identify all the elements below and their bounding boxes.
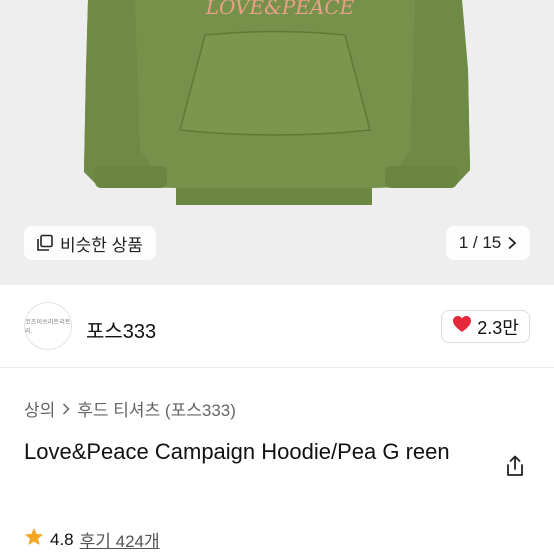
like-count: 2.3만 <box>477 317 519 338</box>
seller-name[interactable]: 포스333 <box>86 315 156 344</box>
breadcrumb-subcategory[interactable]: 후드 티셔츠 (포스333) <box>77 396 236 421</box>
like-button[interactable]: 2.3만 <box>441 310 530 343</box>
breadcrumb-category[interactable]: 상의 <box>24 396 55 421</box>
share-icon <box>504 455 526 482</box>
seller-avatar[interactable]: 코즈이쓰리트리트리. <box>24 302 72 350</box>
similar-products-button[interactable]: 비슷한 상품 <box>24 226 156 260</box>
chevron-right-icon <box>507 236 517 250</box>
share-button[interactable] <box>503 455 527 482</box>
rating-row: 4.8 후기 424개 <box>24 527 160 552</box>
star-icon <box>24 527 44 552</box>
image-page-indicator[interactable]: 1 / 15 <box>446 226 530 260</box>
heart-icon <box>452 315 472 338</box>
image-counter-text: 1 / 15 <box>458 233 502 252</box>
seller-row: 코즈이쓰리트리트리. 포스333 2.3만 <box>0 286 554 368</box>
product-title: Love&Peace Campaign Hoodie/Pea G reen <box>24 439 450 464</box>
chevron-right-icon <box>62 402 70 415</box>
similar-products-label: 비슷한 상품 <box>60 235 143 255</box>
rating-score: 4.8 <box>50 529 74 549</box>
breadcrumb: 상의 후드 티셔츠 (포스333) <box>24 396 236 421</box>
product-image-area[interactable]: LOVE&PEACE 비슷한 상품 1 / 15 <box>0 0 554 285</box>
reviews-link[interactable]: 후기 424개 <box>80 527 160 552</box>
seller-avatar-text: 코즈이쓰리트리트리. <box>25 320 71 335</box>
similar-items-icon <box>36 234 54 252</box>
svg-text:LOVE&PEACE: LOVE&PEACE <box>205 0 355 19</box>
